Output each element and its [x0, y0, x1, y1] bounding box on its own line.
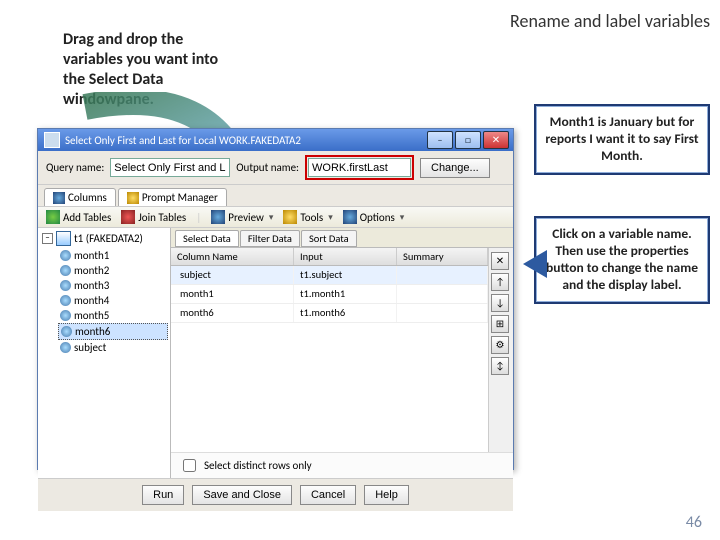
change-button[interactable]: Change... — [420, 158, 490, 178]
tree-item[interactable]: subject — [58, 340, 168, 355]
callout-note-1: Month1 is January but for reports I want… — [534, 104, 710, 175]
grid-side-button[interactable]: ↑ — [491, 273, 509, 291]
callout-note-2: Click on a variable name. Then use the p… — [534, 216, 710, 304]
join-tables-button[interactable]: Join Tables — [121, 210, 186, 224]
minimize-button[interactable]: – — [427, 131, 453, 149]
column-icon — [60, 342, 71, 353]
grid-side-button[interactable]: ⚙ — [491, 336, 509, 354]
prompt-icon — [127, 192, 139, 204]
join-icon — [121, 210, 135, 224]
tools-icon — [283, 210, 297, 224]
main-tabstrip: Columns Prompt Manager — [38, 185, 513, 206]
distinct-label: Select distinct rows only — [204, 459, 312, 472]
subtab-strip: Select Data Filter Data Sort Data — [171, 228, 513, 248]
collapse-icon[interactable]: – — [42, 233, 53, 244]
slide-title: Rename and label variables — [510, 10, 710, 32]
distinct-checkbox[interactable] — [183, 459, 196, 472]
options-icon — [343, 210, 357, 224]
tab-prompt-manager[interactable]: Prompt Manager — [118, 188, 227, 206]
close-button[interactable]: ✕ — [483, 131, 509, 149]
select-data-pane: Select Data Filter Data Sort Data Column… — [171, 228, 513, 478]
grid-row[interactable]: month1t1.month1 — [171, 285, 488, 304]
secondary-toolbar: Add Tables Join Tables | Preview Tools O… — [38, 206, 513, 228]
tree-root[interactable]: – t1 (FAKEDATA2) — [40, 230, 168, 247]
add-icon — [46, 210, 60, 224]
subtab-filter-data[interactable]: Filter Data — [240, 230, 300, 247]
run-button[interactable]: Run — [142, 485, 184, 505]
tools-dropdown[interactable]: Tools — [283, 210, 332, 224]
app-icon — [44, 132, 60, 148]
tables-tree-pane[interactable]: – t1 (FAKEDATA2) month1month2month3month… — [38, 228, 171, 478]
query-name-input[interactable] — [110, 158, 230, 177]
cancel-button[interactable]: Cancel — [300, 485, 356, 505]
dialog-titlebar[interactable]: Select Only First and Last for Local WOR… — [38, 129, 513, 151]
output-name-label: Output name: — [236, 161, 299, 174]
grid-row[interactable]: subjectt1.subject — [171, 266, 488, 285]
subtab-sort-data[interactable]: Sort Data — [301, 230, 357, 247]
tree-item[interactable]: month6 — [58, 323, 168, 340]
instruction-left: Drag and drop the variables you want int… — [63, 30, 233, 110]
column-icon — [61, 326, 72, 337]
tab-columns[interactable]: Columns — [44, 188, 116, 206]
grid-row[interactable]: month6t1.month6 — [171, 304, 488, 323]
grid-side-button[interactable]: ↓ — [491, 294, 509, 312]
columns-grid[interactable]: Column Name Input Summary subjectt1.subj… — [171, 248, 488, 452]
add-tables-button[interactable]: Add Tables — [46, 210, 111, 224]
grid-side-button[interactable]: ✕ — [491, 252, 509, 270]
grid-header: Column Name Input Summary — [171, 248, 488, 266]
tree-item[interactable]: month2 — [58, 263, 168, 278]
maximize-button[interactable]: □ — [455, 131, 481, 149]
tree-item[interactable]: month5 — [58, 308, 168, 323]
callout-arrow-icon — [523, 250, 547, 278]
column-icon — [60, 265, 71, 276]
columns-icon — [53, 192, 65, 204]
tree-item[interactable]: month1 — [58, 248, 168, 263]
subtab-select-data[interactable]: Select Data — [175, 230, 239, 247]
page-number: 46 — [686, 513, 702, 532]
grid-side-buttons: ✕ ↑ ↓ ⊞ ⚙ ↕ — [488, 248, 513, 452]
help-button[interactable]: Help — [364, 485, 409, 505]
save-close-button[interactable]: Save and Close — [192, 485, 292, 505]
query-builder-dialog: Select Only First and Last for Local WOR… — [37, 128, 514, 470]
column-icon — [60, 295, 71, 306]
distinct-row: Select distinct rows only — [171, 452, 513, 478]
query-name-row: Query name: Output name: Change... — [38, 151, 513, 185]
options-dropdown[interactable]: Options — [343, 210, 405, 224]
output-name-input[interactable] — [308, 158, 411, 177]
dialog-footer: Run Save and Close Cancel Help — [38, 478, 513, 511]
preview-icon — [211, 210, 225, 224]
output-name-highlight — [305, 155, 414, 180]
column-icon — [60, 280, 71, 291]
table-icon — [56, 231, 71, 246]
grid-side-button[interactable]: ⊞ — [491, 315, 509, 333]
column-icon — [60, 250, 71, 261]
tree-item[interactable]: month4 — [58, 293, 168, 308]
column-icon — [60, 310, 71, 321]
grid-side-button[interactable]: ↕ — [491, 357, 509, 375]
tree-item[interactable]: month3 — [58, 278, 168, 293]
query-name-label: Query name: — [46, 161, 104, 174]
preview-dropdown[interactable]: Preview — [211, 210, 273, 224]
dialog-title: Select Only First and Last for Local WOR… — [65, 134, 301, 147]
